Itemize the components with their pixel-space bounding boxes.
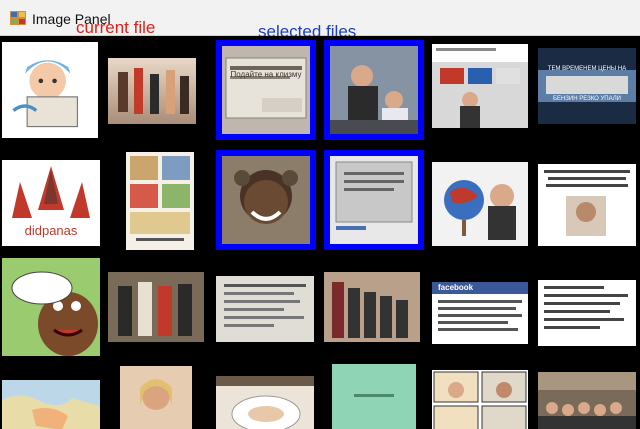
thumbnail-caption: Подайте на клизму	[230, 70, 302, 79]
thumbnail[interactable]: facebook	[432, 282, 528, 344]
thumbnail[interactable]	[2, 380, 100, 429]
thumbnail[interactable]	[324, 272, 420, 342]
thumbnail-grid: Подайте на клизму ТЕМ ВРЕМЕНЕМ ЦЕНЫ НА Б…	[0, 36, 640, 429]
thumbnail-selected[interactable]: Подайте на клизму	[216, 40, 316, 140]
thumbnail[interactable]	[108, 58, 196, 124]
thumbnail[interactable]	[432, 44, 528, 128]
thumbnail[interactable]	[538, 372, 636, 429]
thumbnail[interactable]	[126, 152, 194, 250]
thumbnail[interactable]	[2, 42, 98, 138]
current-file-annotation: current file	[76, 18, 156, 37]
thumbnail[interactable]	[538, 280, 636, 346]
thumbnail[interactable]	[2, 258, 100, 356]
thumbnail-caption: ТЕМ ВРЕМЕНЕМ ЦЕНЫ НА БЕНЗИН РЕЗКО УПАЛИ	[547, 66, 627, 102]
thumbnail[interactable]	[432, 162, 528, 246]
thumbnail-caption: didpanas	[24, 224, 78, 238]
thumbnail[interactable]: didpanas	[2, 160, 100, 246]
image-panel-app-icon	[10, 11, 26, 25]
thumbnail[interactable]	[216, 276, 314, 342]
thumbnail-caption: facebook	[438, 283, 474, 292]
thumbnail[interactable]	[108, 272, 204, 342]
thumbnail-selected[interactable]	[216, 150, 316, 250]
thumbnail-selected[interactable]	[324, 150, 424, 250]
thumbnail[interactable]	[432, 370, 528, 429]
thumbnail[interactable]	[332, 364, 416, 429]
thumbnail[interactable]: ТЕМ ВРЕМЕНЕМ ЦЕНЫ НА БЕНЗИН РЕЗКО УПАЛИ	[538, 48, 636, 124]
thumbnail[interactable]	[120, 366, 192, 429]
thumbnail-selected[interactable]	[324, 40, 424, 140]
thumbnail[interactable]	[538, 164, 636, 246]
thumbnail[interactable]	[216, 376, 314, 429]
